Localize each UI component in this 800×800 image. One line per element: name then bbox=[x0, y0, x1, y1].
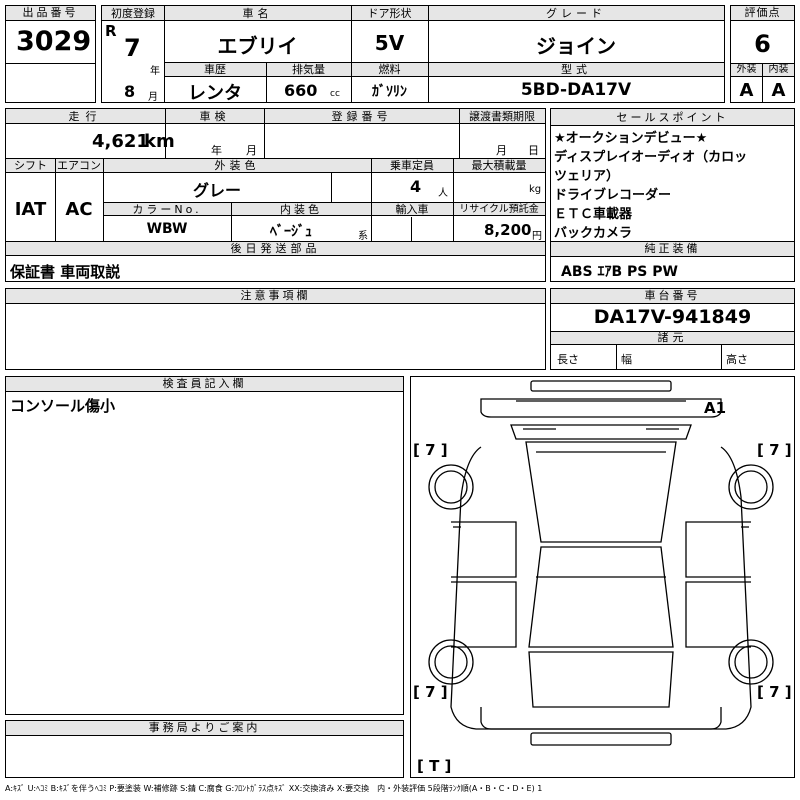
year-unit: 年 bbox=[150, 66, 160, 77]
history-label: 車歴 bbox=[204, 63, 226, 76]
load-unit: kg bbox=[529, 184, 542, 195]
model-code: 5BD-DA17V bbox=[520, 80, 632, 100]
first-reg-label: 初度登録 bbox=[111, 7, 155, 20]
interior-color-unit: 系 bbox=[358, 231, 368, 242]
exterior-grade: A bbox=[739, 80, 754, 101]
spare-tire: [ T ] bbox=[417, 757, 452, 775]
exterior-label: 外装 bbox=[736, 64, 757, 75]
dimensions-label: 諸元 bbox=[657, 331, 688, 344]
capacity: 4 bbox=[410, 177, 422, 196]
exterior-color: グレー bbox=[192, 181, 241, 200]
transfer-day-unit: 日 bbox=[528, 144, 539, 157]
score-box: 評価点 6 外装 内装 A A bbox=[730, 5, 795, 103]
era: R bbox=[105, 22, 117, 40]
history: レンタ bbox=[188, 83, 242, 104]
chassis-label: 車台番号 bbox=[551, 289, 794, 304]
inspector-label: 検査員記入欄 bbox=[6, 377, 403, 392]
displacement-label: 排気量 bbox=[292, 63, 325, 76]
damage-legend: A:ｷｽﾞ U:ﾍｺﾐ B:ｷｽﾞを伴うﾍｺﾐ P:要塗装 W:補修跡 S:錆 … bbox=[5, 784, 543, 793]
vehicle-main-box: 初度登録 車名 ドア形状 グレード R 7 年 8 月 エブリイ 5V ジョイン… bbox=[101, 5, 725, 104]
interior-grade: A bbox=[771, 80, 786, 101]
car-outline-svg bbox=[428, 380, 774, 746]
score: 6 bbox=[754, 30, 771, 58]
reg-number-label: 登録番号 bbox=[331, 110, 392, 123]
color-number: WBW bbox=[146, 221, 188, 237]
door-type: 5V bbox=[374, 31, 405, 55]
shift: IAT bbox=[14, 199, 47, 220]
fuel-label: 燃料 bbox=[378, 63, 401, 76]
inspection-year-unit: 年 bbox=[211, 144, 222, 157]
interior-color-label: 内装色 bbox=[280, 203, 322, 216]
score-label: 評価点 bbox=[731, 6, 794, 21]
lot-number: 3029 bbox=[16, 26, 92, 57]
mileage-label: 走行 bbox=[68, 110, 103, 123]
inspection-month-unit: 月 bbox=[246, 144, 257, 157]
inspection-label: 車検 bbox=[199, 110, 230, 123]
later-parts: 保証書 車両取説 bbox=[10, 263, 121, 281]
reg-month: 8 bbox=[124, 82, 136, 101]
sales-line-5: ＥＴＣ車載器 bbox=[554, 207, 633, 222]
transfer-deadline-label: 譲渡書類期限 bbox=[469, 110, 535, 123]
notes-label: 注意事項欄 bbox=[6, 289, 545, 304]
ac-label: エアコン bbox=[57, 159, 101, 172]
car-name: エブリイ bbox=[217, 34, 298, 58]
door-label: ドア形状 bbox=[367, 7, 412, 20]
inspector-box: 検査員記入欄 コンソール傷小 bbox=[5, 376, 404, 715]
equipment: ABS ｴｱB PS PW bbox=[561, 264, 678, 280]
height-label: 高さ bbox=[726, 353, 748, 366]
transfer-month-unit: 月 bbox=[496, 144, 507, 157]
equipment-label: 純正装備 bbox=[551, 242, 794, 257]
damage-mark-a1: A1 bbox=[704, 399, 727, 417]
chassis-box: 車台番号 DA17V-941849 諸元 長さ 幅 高さ bbox=[550, 288, 795, 370]
tire-front-right: [ 7 ] bbox=[757, 441, 792, 459]
sales-point-label: セールスポイント bbox=[551, 109, 794, 126]
shift-label: シフト bbox=[14, 159, 47, 172]
recycle-fee-label: リサイクル預託金 bbox=[459, 204, 539, 215]
lot-number-label: 出品番号 bbox=[6, 6, 95, 21]
capacity-label: 乗車定員 bbox=[390, 159, 434, 172]
grade-label: グレード bbox=[546, 7, 606, 20]
notes-box: 注意事項欄 bbox=[5, 288, 546, 370]
color-number-label: カラーNo. bbox=[132, 203, 202, 216]
tire-front-left: [ 7 ] bbox=[413, 441, 448, 459]
fuel: ｶﾞｿﾘﾝ bbox=[372, 84, 407, 100]
inspector-comment: コンソール傷小 bbox=[10, 397, 116, 415]
tire-rear-left: [ 7 ] bbox=[413, 683, 448, 701]
damage-diagram: A1 [ 7 ] [ 7 ] [ 7 ] [ 7 ] [ T ] bbox=[410, 376, 795, 778]
interior-color: ﾍﾞｰｼﾞｭ bbox=[270, 224, 312, 240]
interior-label: 内装 bbox=[768, 64, 789, 75]
reg-year: 7 bbox=[124, 34, 141, 62]
sales-point-box: セールスポイント ★オークションデビュー★ ディスプレイオーディオ（カロッ ツェ… bbox=[550, 108, 795, 254]
vehicle-detail-box: 走行 車検 登録番号 譲渡書類期限 4,621 km 年 月 月 日 シフト エ… bbox=[5, 108, 546, 282]
length-label: 長さ bbox=[557, 353, 579, 366]
lot-number-box: 出品番号 3029 bbox=[5, 5, 96, 103]
max-load-label: 最大積載量 bbox=[471, 159, 527, 172]
model-label: 型式 bbox=[561, 63, 591, 76]
sales-line-2: ディスプレイオーディオ（カロッ bbox=[554, 150, 748, 165]
displacement-unit: cc bbox=[330, 89, 340, 99]
recycle-fee-unit: 円 bbox=[532, 231, 542, 242]
month-unit: 月 bbox=[148, 92, 158, 103]
sales-line-1: ★オークションデビュー★ bbox=[554, 131, 708, 146]
import-label: 輸入車 bbox=[395, 203, 429, 216]
office-box: 事務局よりご案内 bbox=[5, 720, 404, 778]
air-conditioner: AC bbox=[65, 199, 93, 220]
car-name-label: 車名 bbox=[242, 7, 273, 20]
recycle-fee: 8,200 bbox=[484, 221, 532, 239]
capacity-unit: 人 bbox=[438, 188, 448, 199]
mileage: 4,621 bbox=[92, 131, 149, 152]
mileage-unit: km bbox=[144, 131, 175, 152]
equipment-box: 純正装備 ABS ｴｱB PS PW bbox=[550, 241, 795, 282]
chassis-number: DA17V-941849 bbox=[593, 306, 752, 328]
displacement: 660 bbox=[284, 81, 318, 100]
sales-line-4: ドライブレコーダー bbox=[554, 188, 672, 203]
later-parts-label: 後日発送部品 bbox=[230, 242, 321, 255]
office-label: 事務局よりご案内 bbox=[6, 721, 403, 736]
exterior-color-label: 外装色 bbox=[214, 159, 260, 172]
width-label: 幅 bbox=[621, 353, 632, 366]
grade: ジョイン bbox=[536, 34, 616, 58]
sales-line-3: ツェリア） bbox=[554, 169, 620, 184]
tire-rear-right: [ 7 ] bbox=[757, 683, 792, 701]
